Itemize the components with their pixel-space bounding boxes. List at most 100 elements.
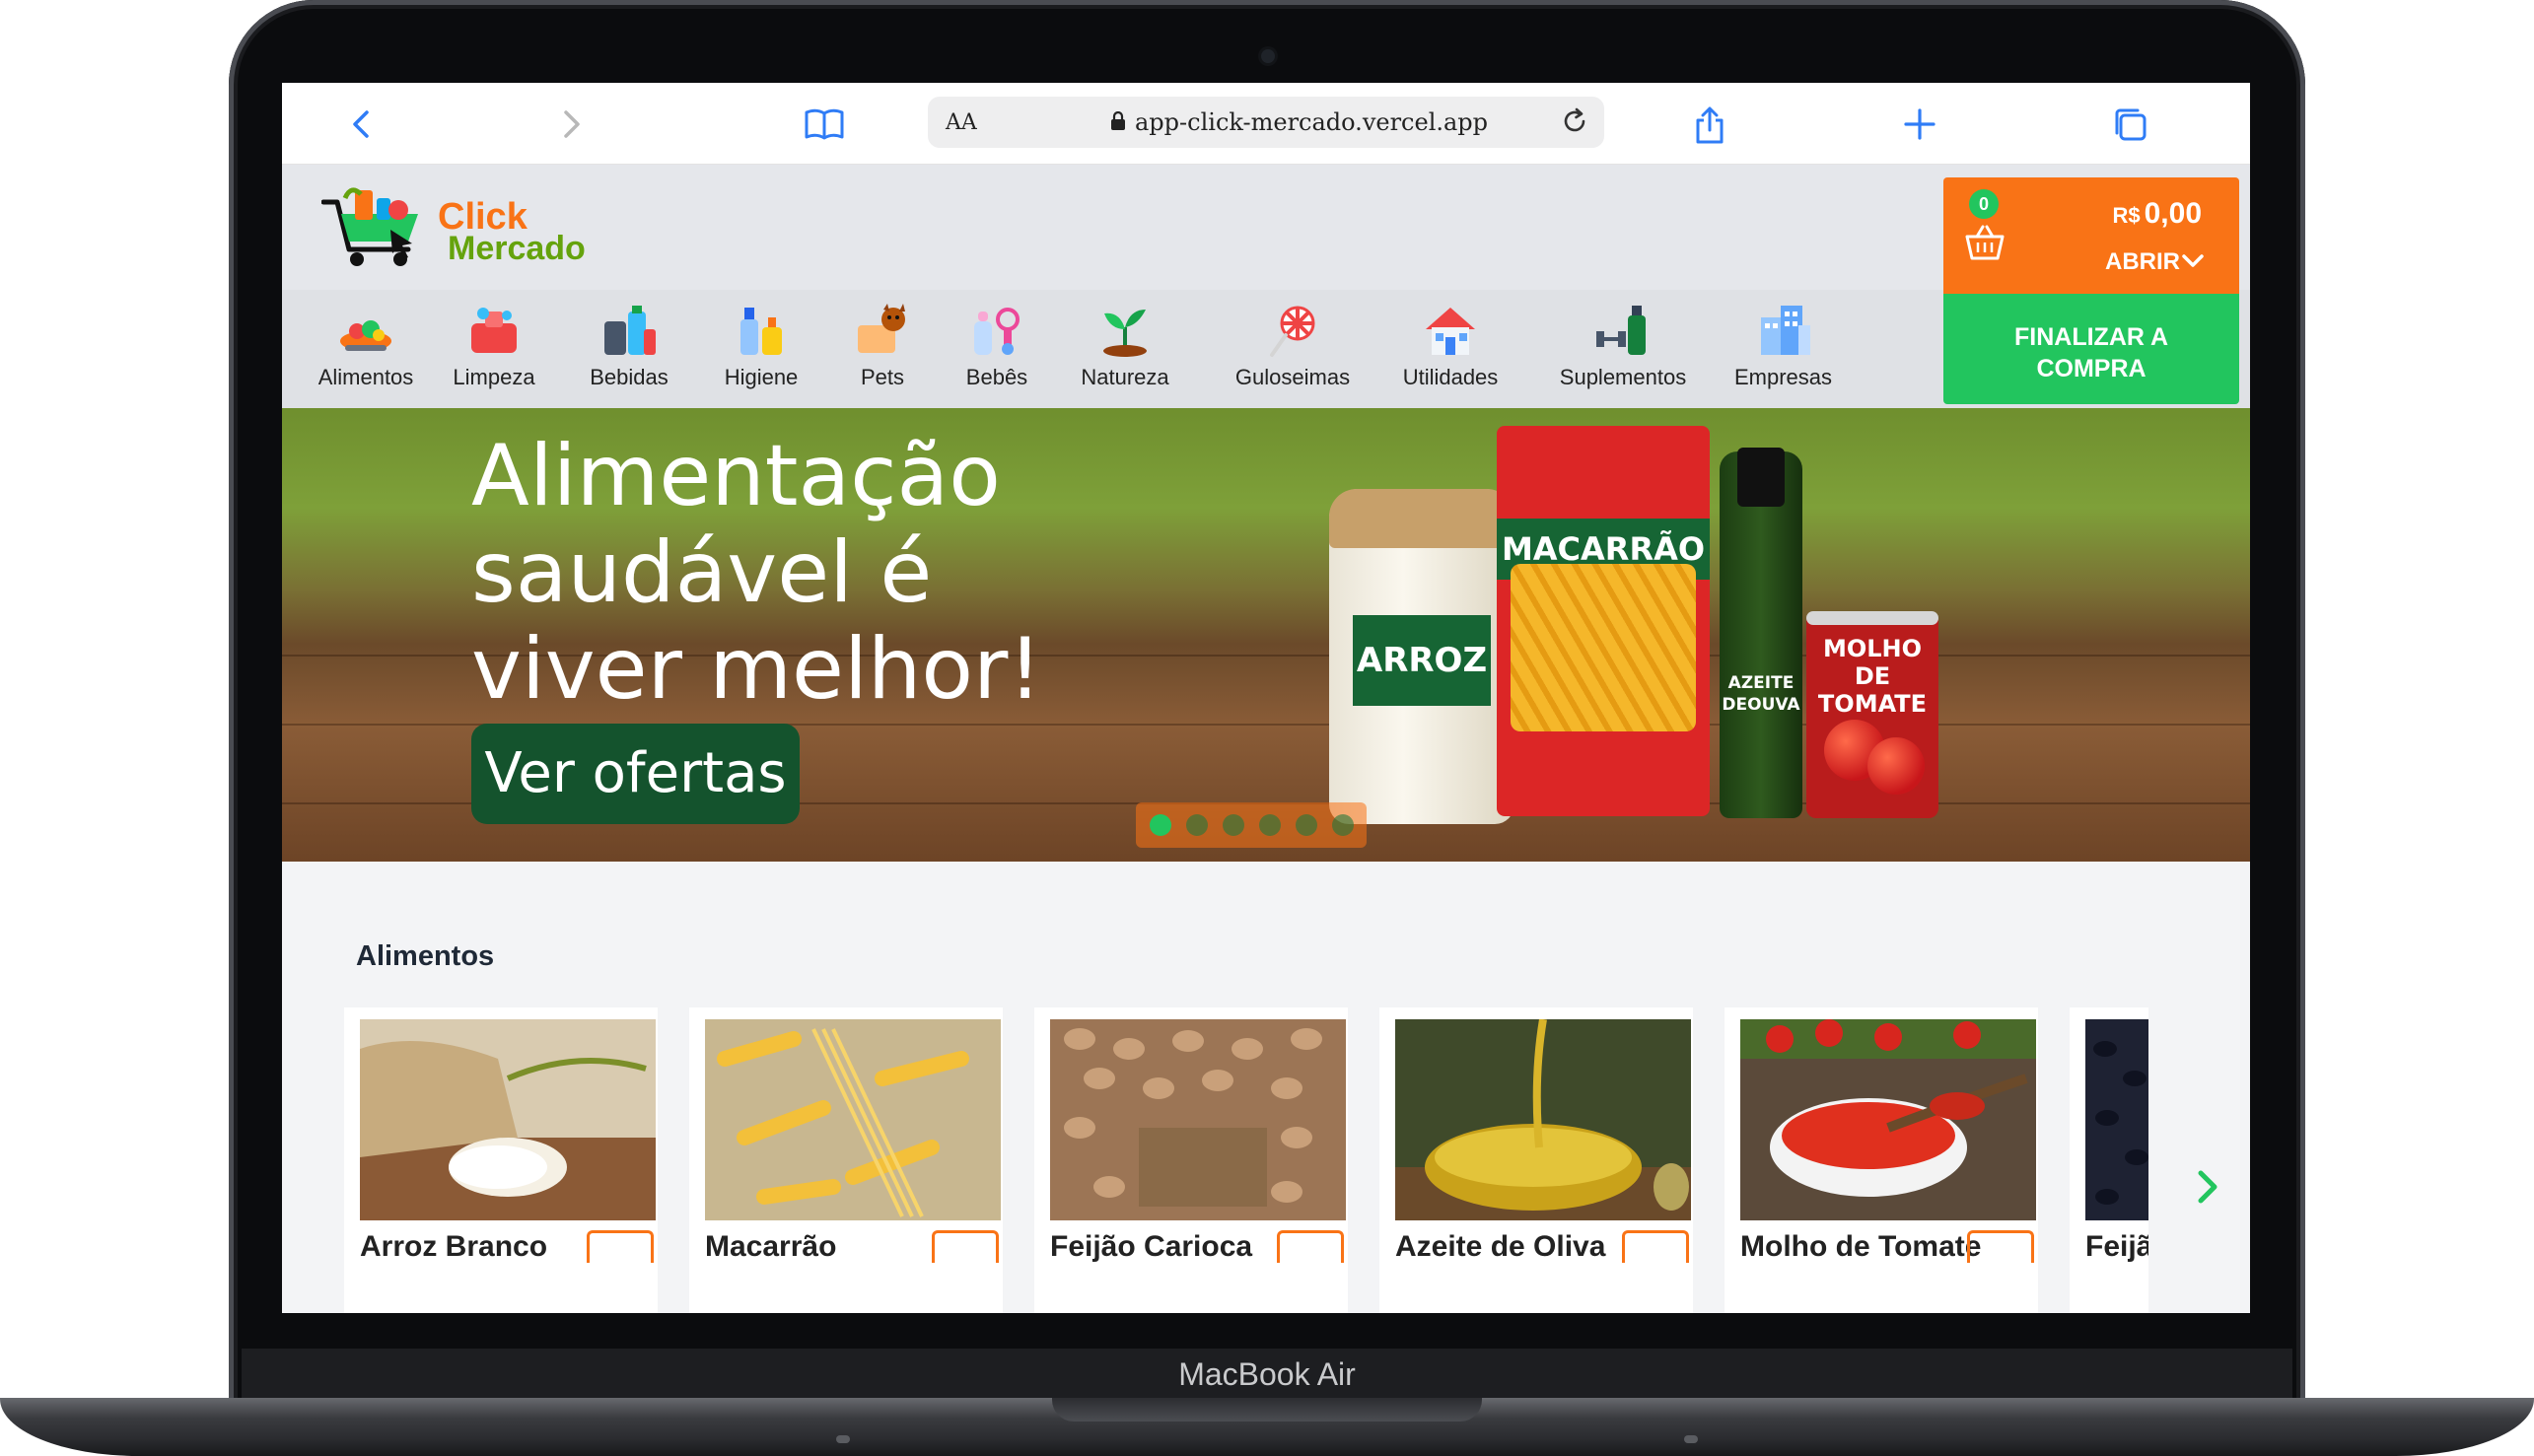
url-text: app-click-mercado.vercel.app <box>1135 108 1489 136</box>
category-label: Suplementos <box>1559 365 1687 389</box>
chevron-right-icon <box>2198 1170 2217 1204</box>
carousel-dot-5[interactable] <box>1296 814 1317 836</box>
house-icon <box>1422 302 1479 359</box>
add-to-cart-button[interactable] <box>932 1230 999 1263</box>
category-suplementos[interactable]: Suplementos <box>1549 290 1697 408</box>
device-label: MacBook Air <box>1178 1356 1356 1392</box>
category-label: Utilidades <box>1402 365 1499 389</box>
cart-currency: R$ <box>2112 203 2141 228</box>
bookmarks-button[interactable] <box>803 104 844 144</box>
carousel-dot-1[interactable] <box>1150 814 1171 836</box>
tomato-sauce-product-image <box>1740 1019 2036 1220</box>
laptop-chin: MacBook Air <box>242 1349 2292 1400</box>
category-empresas[interactable]: Empresas <box>1722 290 1845 408</box>
category-higiene[interactable]: Higiene <box>712 290 810 408</box>
add-to-cart-button[interactable] <box>1967 1230 2034 1263</box>
product-name: Feijão <box>2085 1230 2148 1263</box>
add-to-cart-button[interactable] <box>1277 1230 1344 1263</box>
book-icon <box>805 108 844 140</box>
category-pets[interactable]: Pets <box>838 290 927 408</box>
tomato-image <box>1867 737 1925 795</box>
rice-product-image <box>360 1019 656 1220</box>
pasta-package: MACARRÃO <box>1497 426 1710 816</box>
carousel-dot-4[interactable] <box>1259 814 1281 836</box>
category-label: Limpeza <box>453 365 535 389</box>
supplements-icon <box>1594 302 1652 359</box>
tabs-button[interactable] <box>2110 104 2149 144</box>
hero-banner: Alimentação saudável é viver melhor! Ver… <box>282 408 2250 862</box>
browser-screen: AA app-click-mercado.vercel.app Click Me… <box>282 83 2250 1313</box>
baby-icon <box>968 302 1025 359</box>
pets-icon <box>854 302 911 359</box>
rice-package: ARROZ <box>1329 489 1514 824</box>
browser-toolbar: AA app-click-mercado.vercel.app <box>282 83 2250 165</box>
food-icon <box>337 302 394 359</box>
text-size-button[interactable]: AA <box>946 110 977 135</box>
product-name: Molho de Tomate <box>1740 1230 1982 1263</box>
product-card[interactable]: Arroz Branco <box>344 1007 658 1313</box>
forward-button[interactable] <box>550 104 590 144</box>
cart-open-button[interactable]: ABRIR <box>2105 248 2180 276</box>
product-card[interactable]: Feijão Carioca <box>1034 1007 1348 1313</box>
carousel-dot-3[interactable] <box>1223 814 1244 836</box>
hygiene-icon <box>733 302 790 359</box>
reload-button[interactable] <box>1559 104 1590 146</box>
product-name: Feijão Carioca <box>1050 1230 1253 1263</box>
sauce-label: MOLHO DE TOMATE <box>1806 635 1938 718</box>
address-bar[interactable]: AA app-click-mercado.vercel.app <box>928 97 1604 148</box>
pasta-product-image <box>705 1019 1001 1220</box>
oil-label: AZEITE DEOUVA <box>1720 672 1802 716</box>
category-limpeza[interactable]: Limpeza <box>445 290 543 408</box>
new-tab-button[interactable] <box>1900 104 1939 144</box>
product-card[interactable]: Feijão <box>2070 1007 2148 1313</box>
cart-total-value: 0,00 <box>2144 197 2202 230</box>
chevron-left-icon <box>353 110 369 138</box>
category-guloseimas[interactable]: Guloseimas <box>1229 290 1357 408</box>
rice-label: ARROZ <box>1353 615 1491 706</box>
plant-icon <box>1096 302 1154 359</box>
add-to-cart-button[interactable] <box>1622 1230 1689 1263</box>
carousel-dot-6[interactable] <box>1332 814 1354 836</box>
category-label: Empresas <box>1733 365 1833 389</box>
cart-widget[interactable]: 0 R$ 0,00 ABRIR <box>1943 177 2239 294</box>
candy-icon <box>1264 302 1321 359</box>
category-bebidas[interactable]: Bebidas <box>580 290 678 408</box>
share-icon <box>1696 106 1724 144</box>
carousel-next-button[interactable] <box>2193 1165 2222 1219</box>
back-button[interactable] <box>343 104 383 144</box>
category-label: Pets <box>860 365 905 389</box>
add-to-cart-button[interactable] <box>587 1230 654 1263</box>
logo[interactable]: Click Mercado <box>320 184 586 273</box>
product-name: Macarrão <box>705 1230 837 1263</box>
olive-oil-bottle: AZEITE DEOUVA <box>1720 448 1802 818</box>
product-card[interactable]: Azeite de Oliva <box>1379 1007 1693 1313</box>
tomato-sauce-can: MOLHO DE TOMATE <box>1806 611 1938 818</box>
laptop-foot <box>836 1435 850 1443</box>
hero-title: Alimentação saudável é viver melhor! <box>471 427 1042 719</box>
share-button[interactable] <box>1690 104 1729 144</box>
laptop-hinge-notch <box>1052 1398 1482 1421</box>
lock-icon <box>1111 111 1125 130</box>
product-card[interactable]: Macarrão <box>689 1007 1003 1313</box>
product-card[interactable]: Molho de Tomate <box>1725 1007 2038 1313</box>
cart-count-badge: 0 <box>1969 189 1999 219</box>
product-name: Azeite de Oliva <box>1395 1230 1606 1263</box>
category-natureza[interactable]: Natureza <box>1071 290 1179 408</box>
webcam <box>1261 49 1275 63</box>
sauce-label-line1: MOLHO <box>1822 635 1923 662</box>
see-offers-button[interactable]: Ver ofertas <box>471 724 800 824</box>
carousel-indicators <box>1136 802 1367 848</box>
category-bebes[interactable]: Bebês <box>952 290 1041 408</box>
sauce-label-line2: DE TOMATE <box>1817 662 1928 718</box>
chevron-down-icon <box>2180 246 2206 277</box>
checkout-button[interactable]: FINALIZAR A COMPRA <box>1943 294 2239 404</box>
category-label: Natureza <box>1081 365 1169 389</box>
category-alimentos[interactable]: Alimentos <box>312 290 420 408</box>
category-utilidades[interactable]: Utilidades <box>1396 290 1505 408</box>
shopping-cart-logo-icon <box>320 187 418 266</box>
logo-text-mercado: Mercado <box>448 230 586 267</box>
carousel-dot-2[interactable] <box>1186 814 1208 836</box>
checkout-label: FINALIZAR A COMPRA <box>2014 323 2168 382</box>
category-label: Bebidas <box>590 365 669 389</box>
plus-icon <box>1904 108 1936 140</box>
